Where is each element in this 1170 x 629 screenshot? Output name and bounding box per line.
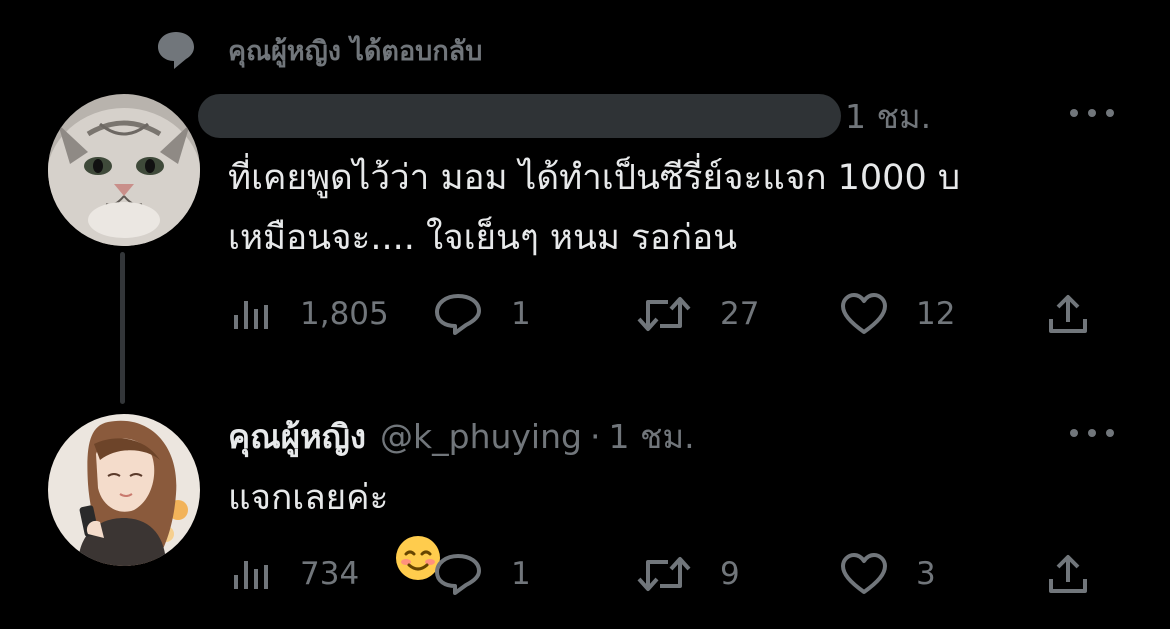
- author-handle[interactable]: @k_phuying: [380, 417, 582, 456]
- retweet-icon: [637, 297, 691, 331]
- like-count: 3: [916, 556, 936, 592]
- timestamp[interactable]: 1 ชม.: [608, 410, 694, 463]
- share-button[interactable]: [1046, 290, 1090, 338]
- retweet-count: 27: [720, 296, 760, 332]
- reply-context: คุณผู้หญิง ได้ตอบกลับ: [150, 22, 482, 78]
- tweet-actions: 734 1 9 3: [228, 550, 1098, 598]
- views-chart-icon: [234, 561, 268, 589]
- reply-count: 1: [511, 556, 531, 592]
- retweet-button[interactable]: 9: [636, 550, 740, 598]
- separator-dot: ·: [589, 416, 601, 456]
- avatar[interactable]: [48, 414, 200, 566]
- timestamp[interactable]: 1 ชม.: [845, 90, 931, 143]
- tweet-header: คุณผู้หญิง @k_phuying · 1 ชม.: [228, 414, 695, 458]
- speech-bubble-icon: [150, 24, 202, 76]
- tweet-text-content: แจกเลยค่ะ: [228, 478, 389, 518]
- views-chart-icon: [234, 301, 268, 329]
- tweet-header: 1 ชม.: [198, 94, 931, 138]
- avatar[interactable]: [48, 94, 200, 246]
- share-icon: [1049, 295, 1087, 333]
- views-button[interactable]: 734: [232, 550, 359, 598]
- like-count: 12: [916, 296, 956, 332]
- views-count: 1,805: [300, 296, 389, 332]
- author-display-name[interactable]: คุณผู้หญิง: [228, 410, 366, 463]
- heart-icon: [841, 293, 887, 334]
- reply-button[interactable]: 1: [433, 550, 531, 598]
- views-button[interactable]: 1,805: [232, 290, 389, 338]
- views-count: 734: [300, 556, 360, 592]
- tweet-text: แจกเลยค่ะ: [228, 468, 1128, 580]
- tweet-text: ที่เคยพูดไว้ว่า มอม ได้ทำเป็นซีรี่ย์จะแจ…: [228, 158, 961, 258]
- more-options-icon[interactable]: [1070, 423, 1114, 443]
- tweet-actions: 1,805 1 27 12: [228, 290, 1098, 338]
- thread-connector: [120, 252, 125, 404]
- retweet-count: 9: [720, 556, 740, 592]
- heart-icon: [841, 553, 887, 594]
- reply-context-label: คุณผู้หญิง ได้ตอบกลับ: [228, 35, 483, 67]
- share-icon: [1049, 555, 1087, 593]
- retweet-button[interactable]: 27: [636, 290, 759, 338]
- cat-avatar-image: [48, 94, 200, 246]
- like-button[interactable]: 3: [840, 550, 936, 598]
- reply-icon: [435, 554, 481, 595]
- redacted-author: [198, 94, 841, 138]
- more-options-icon[interactable]: [1070, 103, 1114, 123]
- retweet-icon: [637, 557, 691, 591]
- share-button[interactable]: [1046, 550, 1090, 598]
- reply-count: 1: [511, 296, 531, 332]
- reply-icon: [435, 294, 481, 335]
- anime-girl-avatar-image: [48, 414, 200, 566]
- smiling-face-emoji-icon: [394, 474, 442, 580]
- like-button[interactable]: 12: [840, 290, 955, 338]
- reply-button[interactable]: 1: [433, 290, 531, 338]
